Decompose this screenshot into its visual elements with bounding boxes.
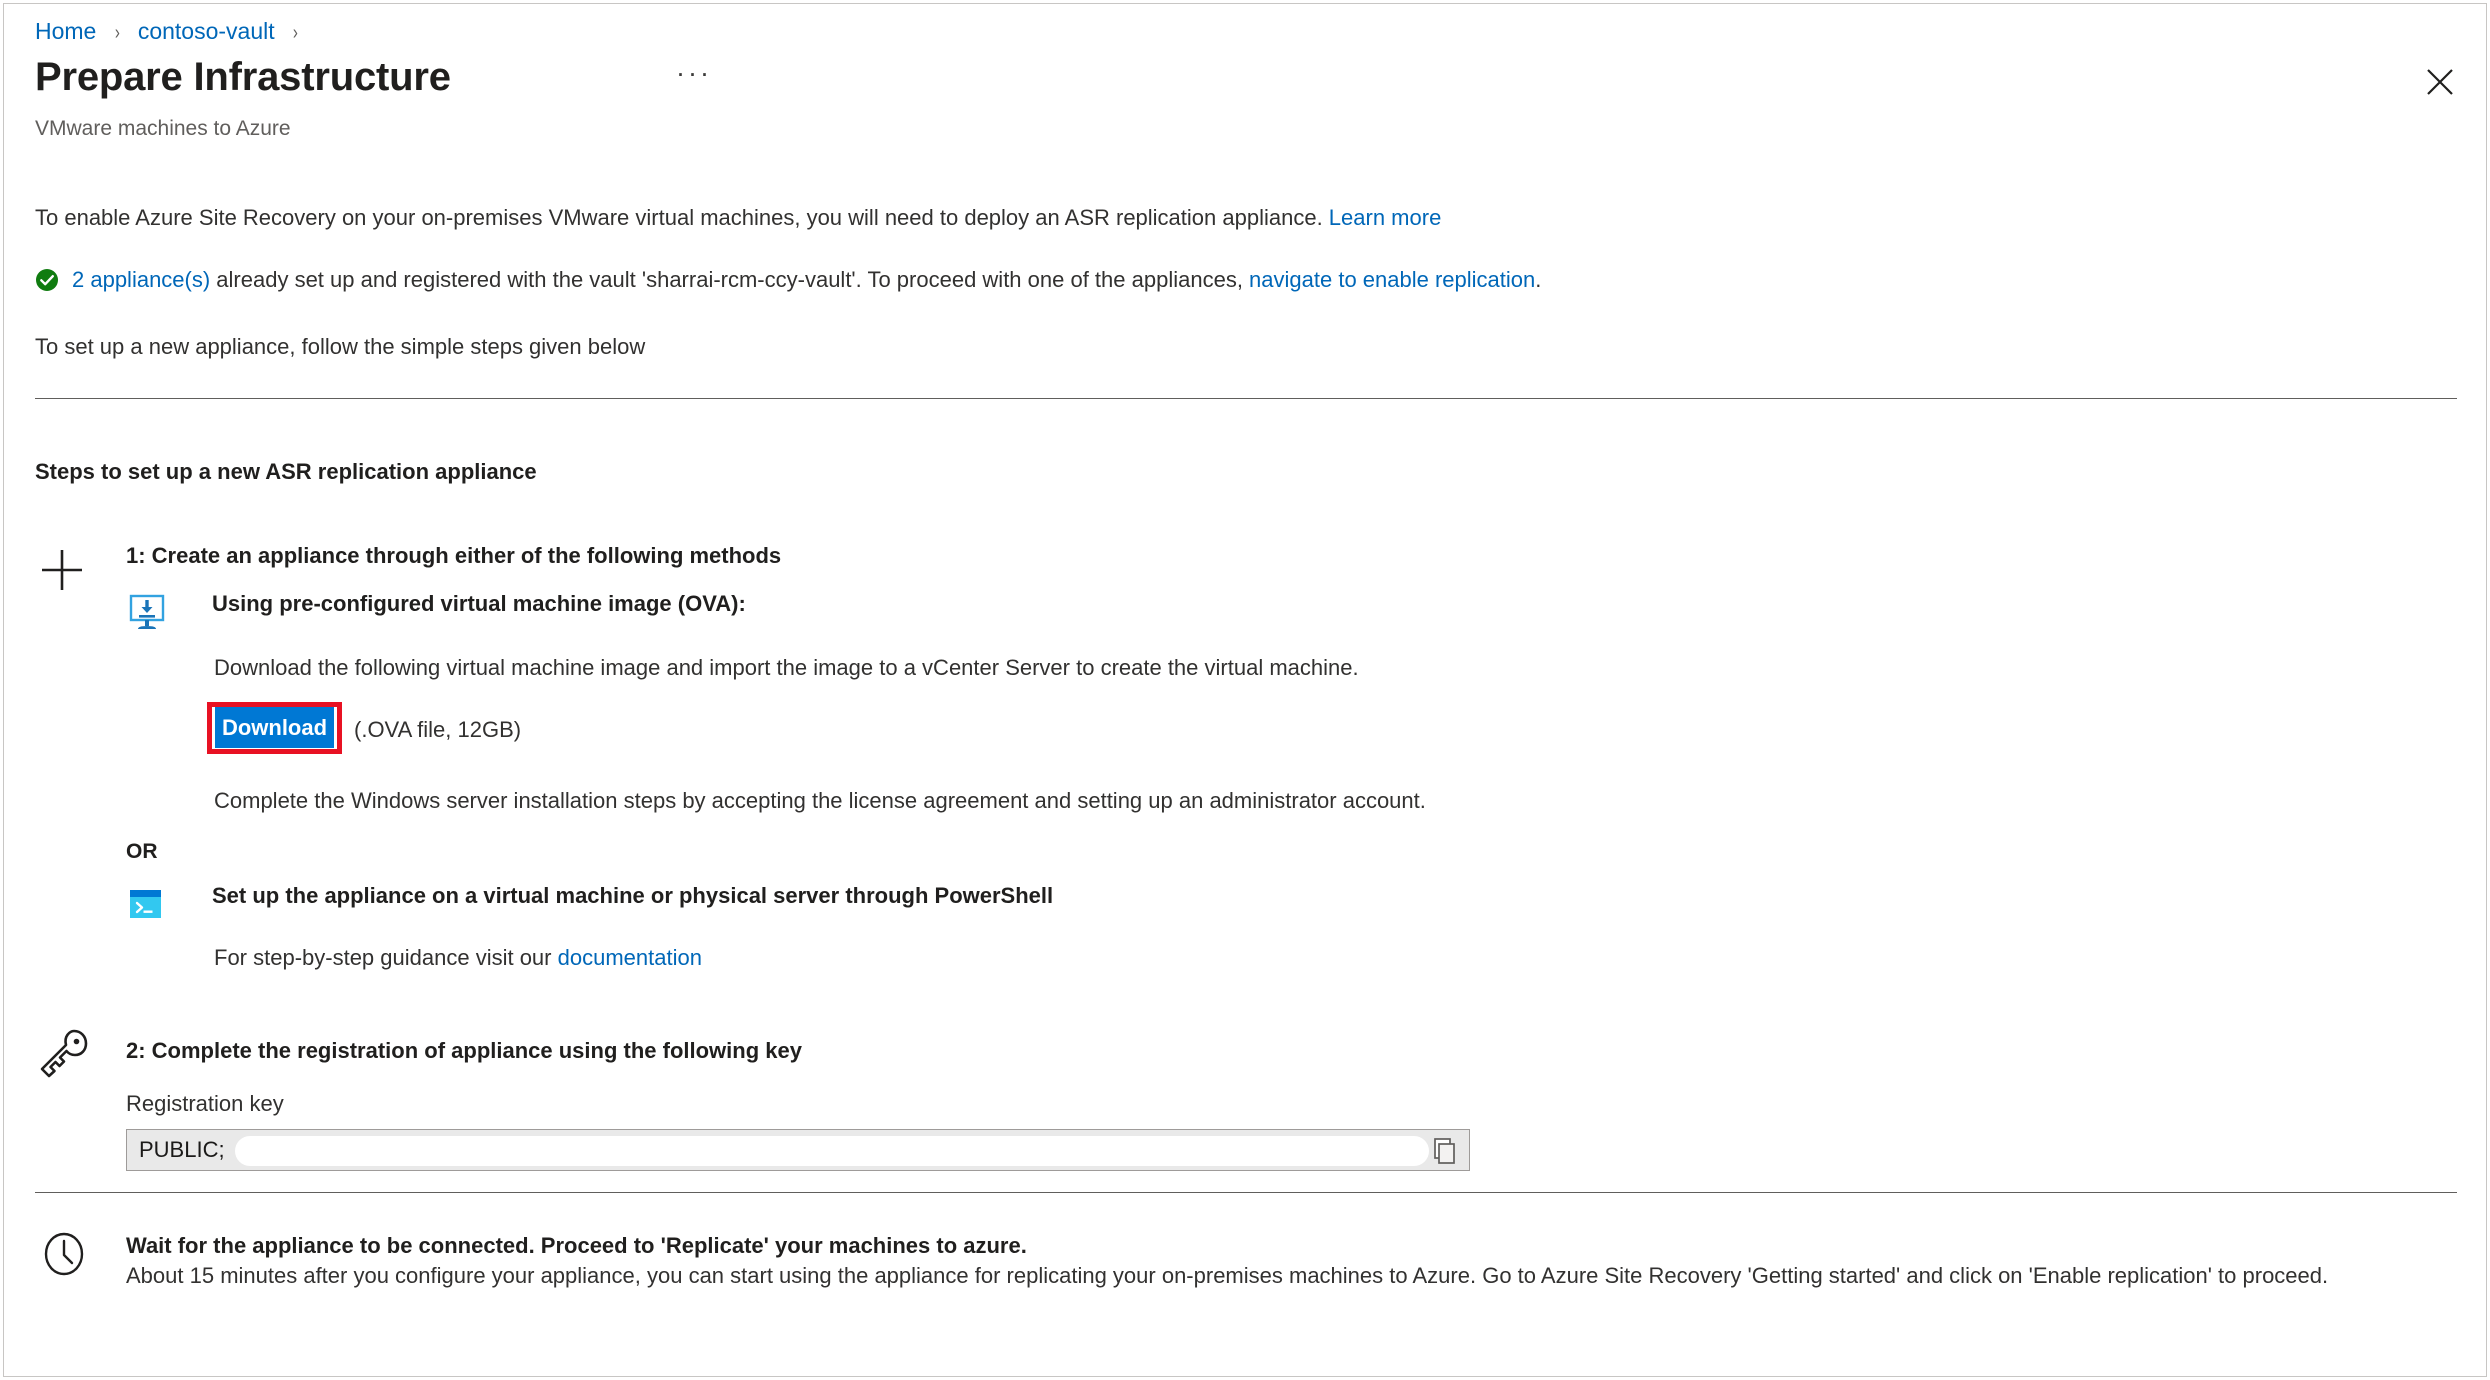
key-icon <box>36 1024 92 1080</box>
breadcrumb-item-contoso-vault[interactable]: contoso-vault <box>138 18 275 44</box>
appliance-status-text: already set up and registered with the v… <box>210 267 1250 292</box>
documentation-link[interactable]: documentation <box>558 945 702 970</box>
intro-text-1: To enable Azure Site Recovery on your on… <box>35 205 1329 230</box>
success-check-icon <box>35 268 59 292</box>
breadcrumb-item-home[interactable]: Home <box>35 18 96 44</box>
registration-key-field[interactable]: PUBLIC; <box>126 1129 1470 1171</box>
appliance-status-line: 2 appliance(s) already set up and regist… <box>72 266 1541 294</box>
breadcrumb-separator-icon-2: › <box>292 22 298 44</box>
powershell-method-title: Set up the appliance on a virtual machin… <box>212 883 1054 908</box>
divider-top <box>35 398 2457 399</box>
powershell-guidance-line: For step-by-step guidance visit our docu… <box>214 944 702 972</box>
breadcrumb: Home › contoso-vault › <box>35 17 310 47</box>
close-icon[interactable] <box>2420 62 2460 102</box>
or-separator-label: OR <box>126 840 158 863</box>
registration-key-label: Registration key <box>126 1091 284 1116</box>
page-subtitle: VMware machines to Azure <box>35 117 291 140</box>
steps-heading: Steps to set up a new ASR replication ap… <box>35 459 537 484</box>
intro-paragraph-1: To enable Azure Site Recovery on your on… <box>35 204 1441 232</box>
footer-description: About 15 minutes after you configure you… <box>126 1263 2329 1288</box>
download-file-note: (.OVA file, 12GB) <box>354 717 522 742</box>
step-2-title: 2: Complete the registration of applianc… <box>126 1038 802 1063</box>
step-1-title: 1: Create an appliance through either of… <box>126 543 782 568</box>
ova-post-install-note: Complete the Windows server installation… <box>214 788 1426 813</box>
vm-image-download-icon <box>126 592 168 634</box>
appliance-count-link[interactable]: 2 appliance(s) <box>72 267 210 292</box>
ova-method-title: Using pre-configured virtual machine ima… <box>212 591 746 616</box>
learn-more-link[interactable]: Learn more <box>1329 205 1442 230</box>
registration-key-value: PUBLIC; <box>139 1137 225 1162</box>
powershell-guidance-text: For step-by-step guidance visit our <box>214 945 558 970</box>
divider-bottom <box>35 1192 2457 1193</box>
prepare-infrastructure-blade: Home › contoso-vault › Prepare Infrastru… <box>3 3 2487 1377</box>
download-button[interactable]: Download <box>215 707 334 748</box>
copy-icon[interactable] <box>1427 1135 1461 1167</box>
appliance-status-period: . <box>1535 267 1542 292</box>
plus-icon <box>36 544 88 596</box>
clock-icon <box>40 1230 88 1278</box>
footer-headline: Wait for the appliance to be connected. … <box>126 1233 1027 1258</box>
breadcrumb-separator-icon: › <box>114 22 120 44</box>
intro-paragraph-3: To set up a new appliance, follow the si… <box>35 334 646 359</box>
page-title: Prepare Infrastructure <box>35 55 451 99</box>
ova-method-description: Download the following virtual machine i… <box>214 655 1359 680</box>
more-options-button[interactable]: ··· <box>674 60 714 96</box>
powershell-terminal-icon <box>126 884 168 926</box>
registration-key-redaction <box>235 1136 1429 1166</box>
navigate-to-enable-replication-link[interactable]: navigate to enable replication <box>1249 267 1535 292</box>
